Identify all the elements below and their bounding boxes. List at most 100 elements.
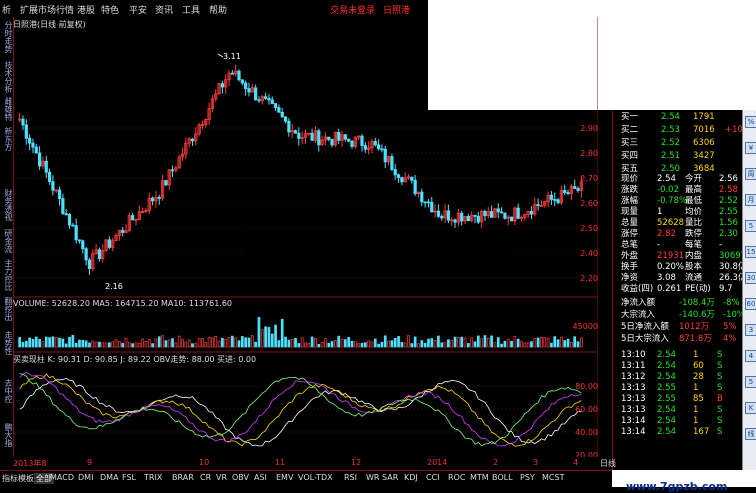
- volume-bar: [54, 337, 58, 348]
- period-switch-icon[interactable]: ¥: [745, 142, 756, 154]
- volume-bar: [390, 340, 394, 348]
- left-tool-item-7[interactable]: 翻挖出: [1, 297, 13, 321]
- period-switch-icon[interactable]: 周: [745, 168, 756, 180]
- period-switch-icon[interactable]: K: [745, 402, 756, 414]
- order-book-row[interactable]: 买五 2.50 3684: [613, 164, 743, 174]
- volume-bar: [410, 343, 414, 348]
- order-book-row[interactable]: 买二 2.53 7016 +10: [613, 125, 743, 135]
- trade-login-status[interactable]: 交易未登录: [330, 3, 375, 16]
- period-switch-icon[interactable]: %: [745, 116, 756, 128]
- volume-bar: [58, 337, 61, 348]
- indicator-tab[interactable]: BRAR: [172, 473, 194, 482]
- indicator-tab[interactable]: CCI: [426, 473, 440, 482]
- period-switch-icon[interactable]: 30: [745, 272, 756, 284]
- volume-bar: [433, 340, 437, 348]
- period-switch-icon[interactable]: 月: [745, 194, 756, 206]
- indicator-tab[interactable]: VOL-TDX: [298, 473, 333, 482]
- left-tool-item-tech[interactable]: 技术分析: [1, 61, 13, 93]
- indicator-tab[interactable]: BOLL: [492, 473, 513, 482]
- left-tool-item-timeshare[interactable]: 分时走势: [1, 21, 13, 53]
- candle-body: [131, 215, 135, 221]
- volume-bar: [570, 342, 573, 348]
- indicator-tab[interactable]: CR: [200, 473, 211, 482]
- left-tool-item-8[interactable]: 走势性: [1, 331, 13, 355]
- indicator-tab[interactable]: MCST: [542, 473, 564, 482]
- period-switch-icon[interactable]: 15: [745, 246, 756, 258]
- order-book-volume: 7016: [693, 125, 715, 135]
- order-book-row[interactable]: 买四 2.51 3427: [613, 151, 743, 161]
- menu-item-extended-market[interactable]: 扩展市场行情: [20, 3, 74, 16]
- period-switch-icon[interactable]: 线: [745, 428, 756, 440]
- left-tool-item-control[interactable]: 主力控比: [1, 259, 13, 291]
- period-switch-icon[interactable]: 5: [745, 220, 756, 232]
- menu-item-pingan[interactable]: 平安: [129, 3, 147, 16]
- volume-bar: [480, 338, 483, 348]
- indicator-tab[interactable]: MTM: [470, 473, 489, 482]
- menu-item-news[interactable]: 资讯: [155, 3, 173, 16]
- indicator-tab[interactable]: VR: [216, 473, 227, 482]
- candle-body: [343, 134, 347, 140]
- volume-bar: [81, 339, 85, 348]
- volume-bar: [310, 336, 314, 348]
- volume-bar: [211, 337, 214, 348]
- indicator-tab[interactable]: EMV: [276, 473, 293, 482]
- volume-bar: [277, 340, 281, 348]
- menu-bar: 析 扩展市场行情 港股 特色 平安 资讯 工具 帮助 交易未登录 日照港: [0, 0, 428, 17]
- period-switch-icon[interactable]: 5: [745, 376, 756, 388]
- menu-item-help[interactable]: 帮助: [209, 3, 227, 16]
- indicator-tab[interactable]: TRIX: [144, 473, 162, 482]
- indicator-tab[interactable]: MACD: [50, 473, 74, 482]
- indicator-tab[interactable]: PSY: [520, 473, 535, 482]
- volume-bar: [540, 337, 543, 348]
- period-switch-icon[interactable]: 4: [745, 350, 756, 362]
- left-tool-item-finance[interactable]: 财务透视: [1, 189, 13, 221]
- stat-value: 2.56: [719, 174, 738, 184]
- fund-flow-label: 5日大宗流入: [621, 334, 669, 344]
- volume-bar: [327, 342, 331, 348]
- volume-bar: [304, 342, 307, 348]
- indicator-tab[interactable]: 指标: [2, 473, 18, 484]
- menu-item-special[interactable]: 特色: [101, 3, 119, 16]
- order-book-row[interactable]: 买三 2.52 6306: [613, 138, 743, 148]
- tick-price: 2.54: [657, 361, 676, 371]
- fund-flow-label: 大宗流入: [621, 310, 656, 320]
- left-tool-item-xdf[interactable]: 新东方: [1, 127, 13, 151]
- candle-body: [347, 138, 351, 142]
- indicator-tab[interactable]: SAR: [382, 473, 398, 482]
- fund-flow-pct: 4%: [723, 334, 737, 344]
- indicator-tab[interactable]: ASI: [254, 473, 267, 482]
- left-tool-item-10[interactable]: 鹏大指: [1, 423, 13, 447]
- volume-bar: [157, 336, 161, 348]
- order-book-row[interactable]: 买一 2.54 1791: [613, 112, 743, 122]
- indicator-tab[interactable]: 模板: [18, 473, 34, 484]
- indicator-tab[interactable]: FSL: [122, 473, 136, 482]
- period-switch-icon[interactable]: 3: [745, 324, 756, 336]
- tick-time: 13:14: [621, 416, 646, 426]
- indicator-tab[interactable]: RSI: [344, 473, 357, 482]
- menu-item-hk[interactable]: 港股: [77, 3, 95, 16]
- tick-row: 13:14 2.54 167 S: [613, 427, 743, 437]
- indicator-tab[interactable]: DMA: [100, 473, 119, 482]
- left-tool-item-9[interactable]: 去中控: [1, 379, 13, 403]
- left-tool-item-fundflow[interactable]: 研金流: [1, 229, 13, 253]
- period-label[interactable]: 日线: [600, 458, 616, 469]
- tick-side: S: [717, 372, 723, 382]
- menu-item-analysis[interactable]: 析: [2, 3, 11, 16]
- indicator-tab[interactable]: DMI: [78, 473, 93, 482]
- candle-body: [466, 215, 470, 222]
- candle-body: [297, 132, 301, 139]
- date-label: 11: [275, 458, 286, 467]
- indicator-tab[interactable]: OBV: [232, 473, 249, 482]
- volume-title: VOLUME: 52628.20 MA5: 164715.20 MA10: 11…: [13, 299, 233, 308]
- left-tool-item-pattern[interactable]: 雌雄特: [1, 97, 13, 121]
- indicator-tab[interactable]: ROC: [448, 473, 465, 482]
- menu-item-tools[interactable]: 工具: [182, 3, 200, 16]
- volume-bar: [270, 333, 274, 348]
- volume-bar: [144, 340, 148, 348]
- period-switch-icon[interactable]: 60: [745, 298, 756, 310]
- volume-bar: [34, 336, 38, 348]
- volume-bar: [41, 341, 45, 348]
- fund-flow-value: 871.8万: [679, 334, 712, 344]
- indicator-tab[interactable]: WR: [366, 473, 379, 482]
- indicator-tab[interactable]: KDJ: [404, 473, 418, 482]
